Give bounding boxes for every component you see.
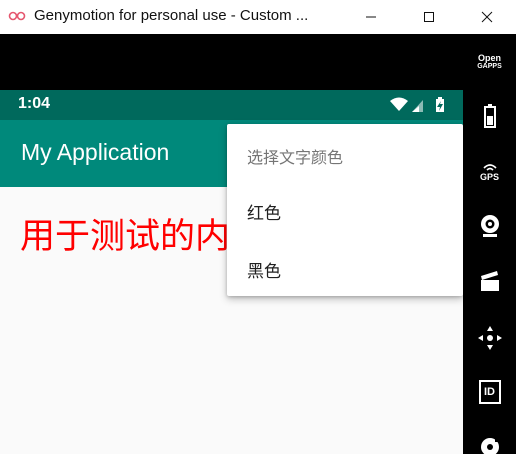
status-icons (390, 97, 444, 112)
gps-icon (482, 163, 497, 171)
battery-button[interactable] (463, 102, 516, 130)
dpad-button[interactable] (463, 323, 516, 353)
dpad-icon (477, 326, 502, 350)
maximize-button[interactable] (406, 0, 452, 34)
minimize-icon (366, 16, 376, 18)
menu-item-black[interactable]: 黑色 (227, 240, 463, 296)
identifiers-label: ID (484, 386, 495, 398)
maximize-icon (424, 12, 434, 22)
gps-button[interactable]: GPS (463, 160, 516, 184)
battery-icon (483, 104, 496, 128)
status-bar: 1:04 (0, 90, 463, 120)
menu-item-red[interactable]: 红色 (227, 182, 463, 238)
opengapps-button[interactable]: Open GAPPS (463, 50, 516, 74)
gps-label: GPS (479, 171, 499, 182)
close-button[interactable] (464, 0, 510, 34)
media-button[interactable] (463, 268, 516, 294)
disk-button[interactable] (463, 436, 516, 454)
window-title: Genymotion for personal use - Custom ... (34, 7, 309, 24)
opengapps-line1: Open (477, 53, 501, 63)
webcam-icon (480, 215, 499, 237)
battery-charging-icon (436, 97, 444, 112)
disk-icon (480, 438, 500, 454)
window-title-bar: Genymotion for personal use - Custom ... (0, 0, 516, 34)
minimize-button[interactable] (348, 0, 394, 34)
identifiers-icon: ID (478, 380, 501, 404)
menu-item-label: 红色 (247, 204, 281, 224)
identifiers-button[interactable]: ID (463, 378, 516, 406)
cell-signal-icon (412, 100, 423, 112)
media-clapperboard-icon (480, 271, 499, 291)
wifi-icon (390, 97, 408, 111)
webcam-button[interactable] (463, 212, 516, 240)
app-title: My Application (21, 139, 170, 165)
status-time: 1:04 (18, 95, 51, 112)
menu-item-label: 黑色 (247, 262, 281, 282)
test-content-text: 用于测试的内 (20, 217, 231, 257)
genymotion-logo-icon (8, 11, 26, 21)
close-icon (481, 11, 493, 23)
opengapps-line2: GAPPS (477, 63, 502, 70)
device-frame-top (0, 34, 463, 90)
menu-header: 选择文字颜色 (247, 148, 344, 167)
color-context-menu: 选择文字颜色 红色 黑色 (227, 124, 463, 296)
